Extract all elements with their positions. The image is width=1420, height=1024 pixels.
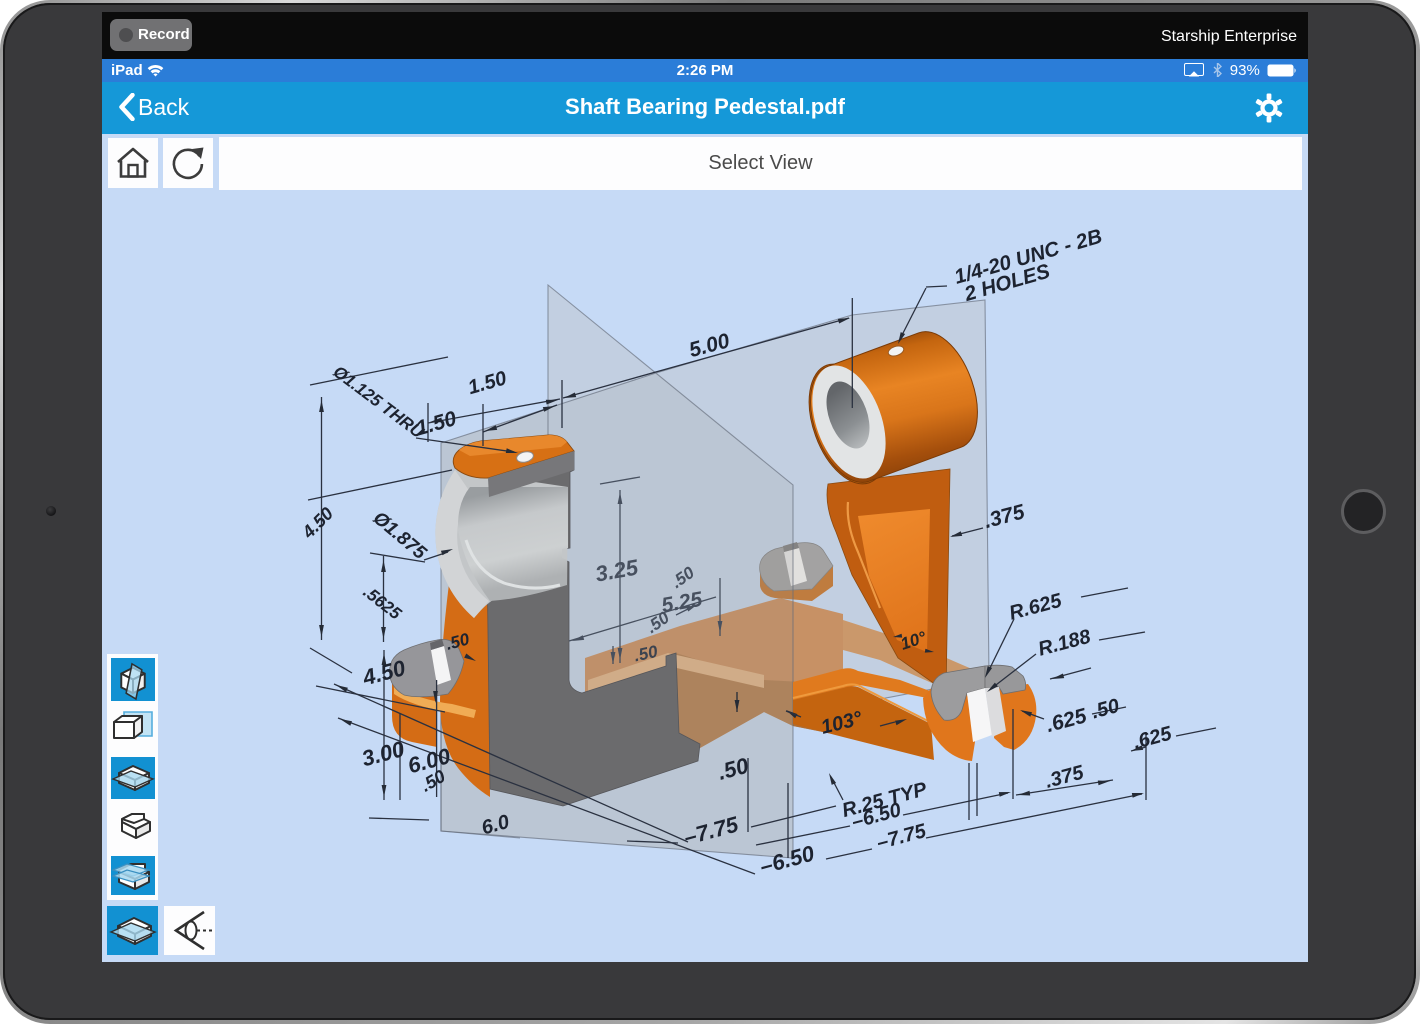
svg-text:.5625: .5625: [360, 582, 406, 623]
svg-text:4.50: 4.50: [298, 503, 338, 543]
svg-text:R.625: R.625: [1007, 589, 1065, 624]
svg-text:Ø1.875: Ø1.875: [369, 508, 431, 564]
svg-text:1.50: 1.50: [466, 367, 509, 399]
svg-text:.375: .375: [982, 500, 1028, 533]
svg-text:Ø1.125 THRU: Ø1.125 THRU: [330, 362, 428, 442]
svg-text:.50: .50: [1089, 695, 1122, 723]
svg-text:R.188: R.188: [1036, 625, 1094, 660]
svg-text:.625: .625: [1044, 704, 1090, 737]
svg-text:.375: .375: [1043, 761, 1087, 793]
